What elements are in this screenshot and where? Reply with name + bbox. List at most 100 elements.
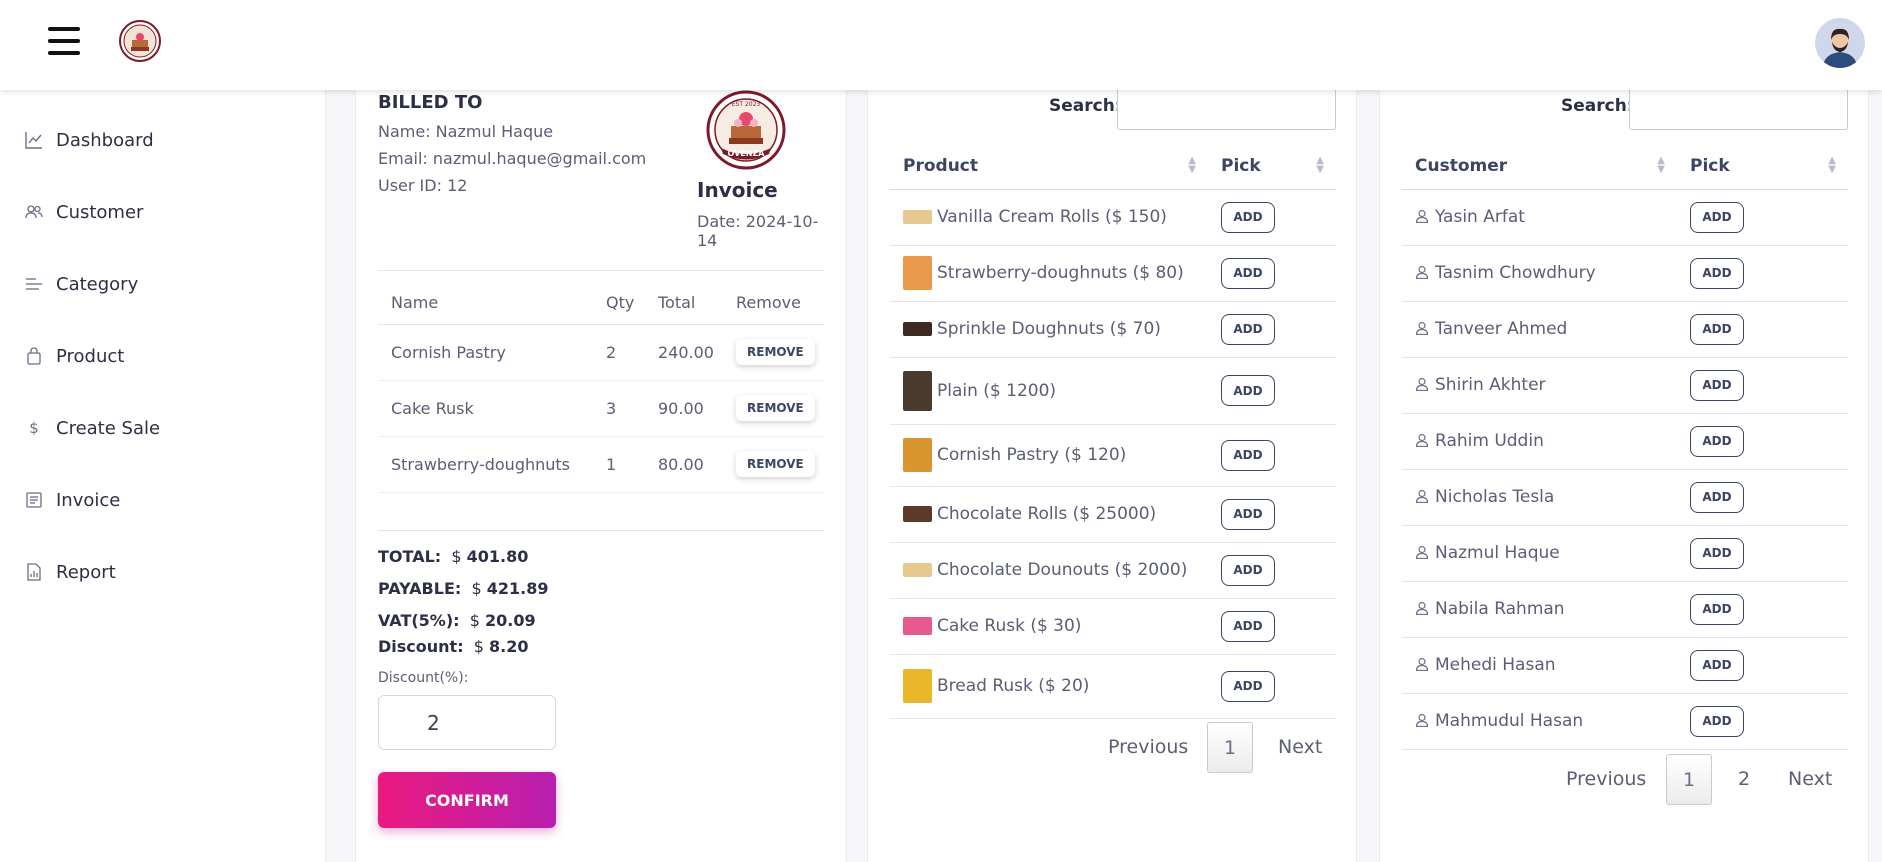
- product-label: Bread Rusk ($ 20): [937, 676, 1090, 696]
- product-page-1[interactable]: 1: [1207, 722, 1253, 773]
- customer-label: Rahim Uddin: [1435, 431, 1544, 451]
- product-cell: Chocolate Dounouts ($ 2000): [890, 542, 1208, 599]
- table-row: Shirin Akhter ADD: [1402, 357, 1848, 414]
- users-icon: [24, 202, 44, 222]
- col-pick-header[interactable]: Pick ▲ ▼: [1208, 144, 1336, 190]
- add-customer-button[interactable]: ADD: [1690, 425, 1744, 457]
- add-product-button[interactable]: ADD: [1221, 670, 1275, 702]
- add-product-button[interactable]: ADD: [1221, 313, 1275, 345]
- product-label: Strawberry-doughnuts ($ 80): [937, 263, 1184, 283]
- table-row: Tasnim Chowdhury ADD: [1402, 245, 1848, 302]
- add-customer-button[interactable]: ADD: [1690, 537, 1744, 569]
- pick-cell: ADD: [1677, 357, 1848, 414]
- table-row: Mehedi Hasan ADD: [1402, 637, 1848, 694]
- sidebar-item-label: Invoice: [56, 489, 121, 511]
- total-value: 401.80: [466, 547, 529, 566]
- product-previous-button[interactable]: Previous: [1108, 736, 1188, 758]
- sidebar-item-create-sale[interactable]: $ Create Sale: [24, 413, 160, 443]
- table-row: Mahmudul Hasan ADD: [1402, 693, 1848, 750]
- pick-cell: ADD: [1677, 637, 1848, 694]
- sidebar-item-customer[interactable]: Customer: [24, 197, 143, 227]
- col-product-label: Product: [903, 156, 978, 177]
- pick-cell: ADD: [1208, 245, 1336, 302]
- search-label: Search:: [1561, 96, 1634, 116]
- remove-button[interactable]: REMOVE: [736, 395, 815, 421]
- table-row: Chocolate Dounouts ($ 2000) ADD: [890, 542, 1336, 599]
- product-thumbnail: [903, 370, 932, 411]
- logo-est-text: EST 2023: [732, 101, 761, 108]
- customer-cell: Nazmul Haque: [1402, 525, 1677, 582]
- col-qty: Qty: [593, 282, 645, 325]
- product-label: Cake Rusk ($ 30): [937, 616, 1082, 636]
- product-label: Cornish Pastry ($ 120): [937, 445, 1127, 465]
- pick-cell: ADD: [1677, 581, 1848, 638]
- table-row: Cornish Pastry ($ 120) ADD: [890, 424, 1336, 487]
- customer-cell: Tanveer Ahmed: [1402, 301, 1677, 358]
- product-thumbnail: [903, 322, 932, 336]
- pick-cell: ADD: [1677, 301, 1848, 358]
- sidebar-item-invoice[interactable]: Invoice: [24, 485, 120, 515]
- invoice-card: BILLED TO Name: Nazmul Haque Email: nazm…: [355, 90, 847, 862]
- add-customer-button[interactable]: ADD: [1690, 649, 1744, 681]
- sidebar-item-report[interactable]: Report: [24, 557, 116, 587]
- customer-next-button[interactable]: Next: [1788, 768, 1832, 790]
- add-customer-button[interactable]: ADD: [1690, 201, 1744, 233]
- add-product-button[interactable]: ADD: [1221, 610, 1275, 642]
- sidebar-item-category[interactable]: Category: [24, 269, 138, 299]
- customer-previous-button[interactable]: Previous: [1566, 768, 1646, 790]
- user-avatar[interactable]: [1815, 18, 1865, 68]
- customer-page-1[interactable]: 1: [1666, 754, 1712, 805]
- product-cell: Strawberry-doughnuts ($ 80): [890, 245, 1208, 302]
- col-customer-header[interactable]: Customer ▲ ▼: [1402, 144, 1677, 190]
- add-customer-button[interactable]: ADD: [1690, 705, 1744, 737]
- hamburger-menu-icon[interactable]: [48, 27, 80, 55]
- col-name: Name: [378, 282, 593, 325]
- search-label: Search:: [1049, 96, 1122, 116]
- col-pick-header[interactable]: Pick ▲ ▼: [1677, 144, 1848, 190]
- sidebar-item-dashboard[interactable]: Dashboard: [24, 125, 154, 155]
- add-product-button[interactable]: ADD: [1221, 201, 1275, 233]
- customer-label: Tanveer Ahmed: [1435, 319, 1568, 339]
- customer-card: Search: Customer ▲ ▼ Pick ▲ ▼ Yasin Arfat ADD…: [1379, 82, 1869, 862]
- discount-percent-input[interactable]: [378, 695, 556, 750]
- user-icon: [1415, 656, 1429, 672]
- col-remove: Remove: [723, 282, 824, 325]
- add-customer-button[interactable]: ADD: [1690, 481, 1744, 513]
- table-row: Strawberry-doughnuts ($ 80) ADD: [890, 245, 1336, 302]
- user-icon: [1415, 432, 1429, 448]
- add-product-button[interactable]: ADD: [1221, 554, 1275, 586]
- user-icon: [1415, 488, 1429, 504]
- add-customer-button[interactable]: ADD: [1690, 257, 1744, 289]
- add-product-button[interactable]: ADD: [1221, 439, 1275, 471]
- sidebar-item-product[interactable]: Product: [24, 341, 124, 371]
- add-product-button[interactable]: ADD: [1221, 498, 1275, 530]
- customer-label: Tasnim Chowdhury: [1435, 263, 1596, 283]
- col-product-header[interactable]: Product ▲ ▼: [890, 144, 1208, 190]
- add-product-button[interactable]: ADD: [1221, 257, 1275, 289]
- sidebar: Dashboard Customer Category Product $ Cr…: [0, 90, 326, 862]
- bakery-logo[interactable]: [119, 20, 161, 62]
- user-icon: [1415, 712, 1429, 728]
- customer-page-2[interactable]: 2: [1738, 768, 1750, 790]
- product-thumbnail: [903, 210, 932, 224]
- add-customer-button[interactable]: ADD: [1690, 593, 1744, 625]
- customer-cell: Rahim Uddin: [1402, 413, 1677, 470]
- bakery-logo: EST 2023 OVENZA: [703, 90, 789, 170]
- pick-cell: ADD: [1677, 693, 1848, 750]
- divider: [378, 270, 824, 271]
- payable-value: 421.89: [486, 579, 549, 598]
- pick-cell: ADD: [1208, 424, 1336, 487]
- remove-button[interactable]: REMOVE: [736, 451, 815, 477]
- pick-cell: ADD: [1677, 469, 1848, 526]
- table-row: Nazmul Haque ADD: [1402, 525, 1848, 582]
- col-pick-label: Pick: [1690, 156, 1730, 177]
- product-thumbnail: [903, 669, 932, 703]
- add-product-button[interactable]: ADD: [1221, 375, 1275, 406]
- remove-button[interactable]: REMOVE: [736, 339, 815, 365]
- product-next-button[interactable]: Next: [1278, 736, 1322, 758]
- add-customer-button[interactable]: ADD: [1690, 313, 1744, 345]
- add-customer-button[interactable]: ADD: [1690, 369, 1744, 401]
- confirm-button[interactable]: CONFIRM: [378, 772, 556, 828]
- product-thumbnail: [903, 563, 932, 577]
- product-cell: Sprinkle Doughnuts ($ 70): [890, 301, 1208, 358]
